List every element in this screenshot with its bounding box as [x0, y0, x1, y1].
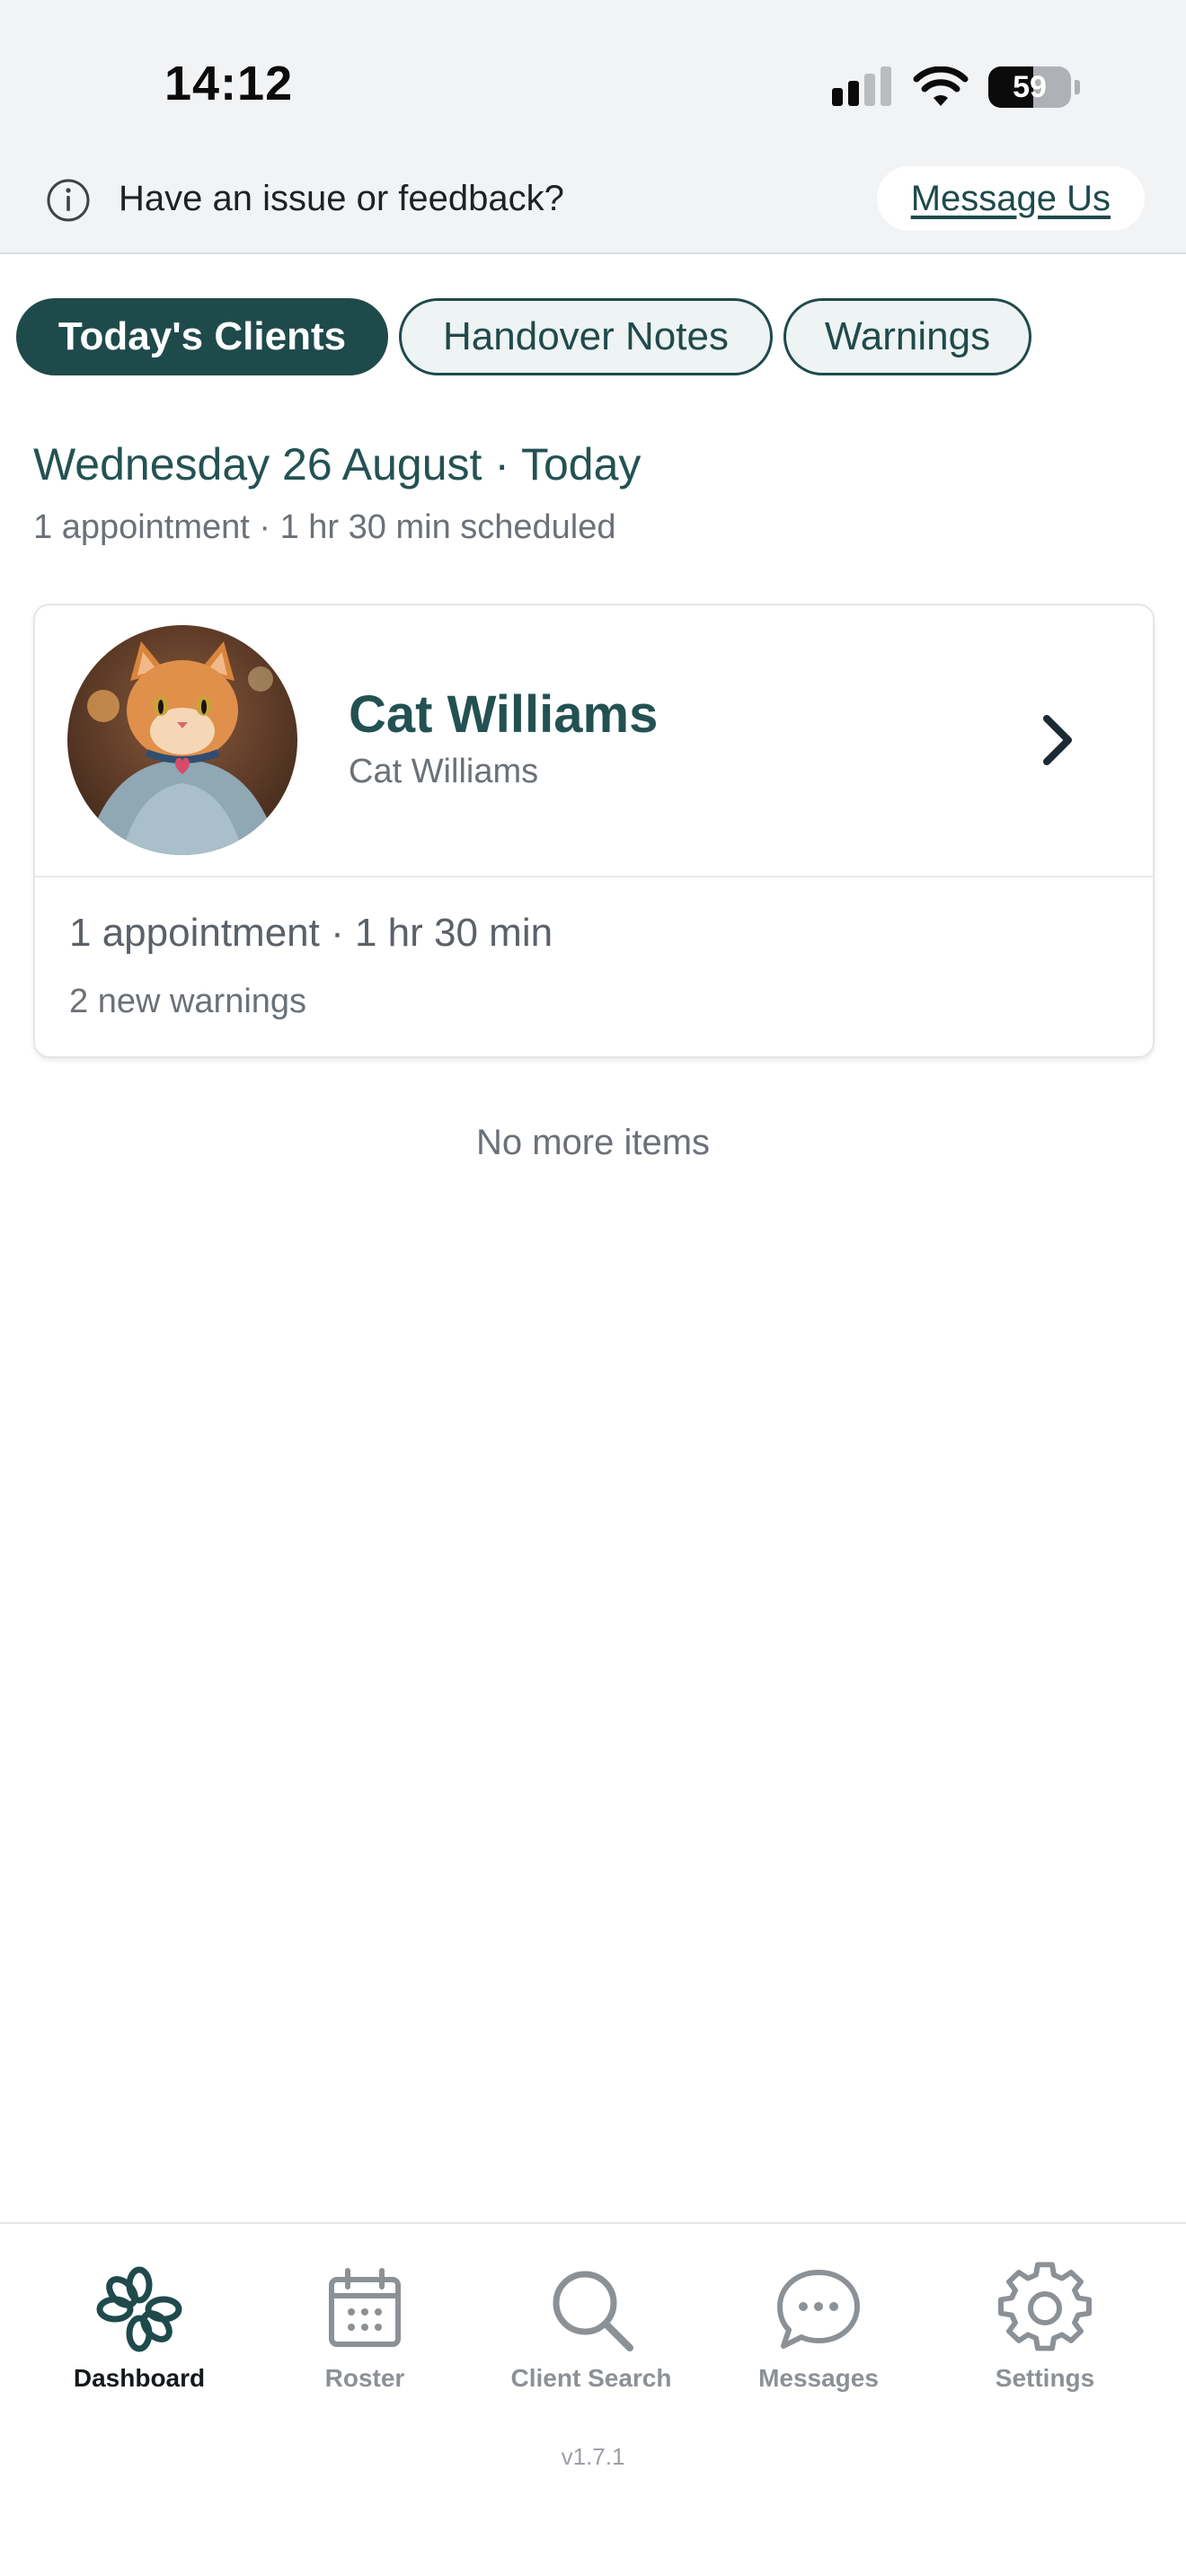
feedback-banner: Have an issue or feedback? Message Us — [0, 157, 1186, 254]
tab-handover-notes[interactable]: Handover Notes — [399, 298, 773, 375]
battery-icon: 59 — [988, 66, 1071, 108]
client-card-header[interactable]: Cat Williams Cat Williams — [35, 605, 1153, 878]
client-warnings: 2 new warnings — [69, 983, 307, 1020]
nav-item-roster[interactable]: Roster — [275, 2260, 455, 2393]
date-summary: 1 appointment · 1 hr 30 min scheduled — [33, 508, 616, 546]
nav-item-messages[interactable]: Messages — [729, 2260, 908, 2393]
tab-todays-clients[interactable]: Today's Clients — [16, 298, 388, 375]
date-heading: Wednesday 26 August · Today — [33, 439, 642, 490]
battery-level: 59 — [1013, 69, 1047, 104]
calendar-icon — [329, 2268, 401, 2347]
nav-label-messages: Messages — [758, 2364, 879, 2392]
battery-cap — [1075, 80, 1080, 94]
avatar — [67, 625, 297, 855]
nav-label-roster: Roster — [324, 2364, 405, 2392]
feedback-text: Have an issue or feedback? — [119, 179, 564, 218]
nav-item-client-search[interactable]: Client Search — [501, 2260, 681, 2393]
client-subtitle: Cat Williams — [349, 753, 539, 790]
status-time: 14:12 — [164, 57, 294, 110]
info-icon — [47, 179, 90, 222]
search-icon — [553, 2271, 633, 2351]
client-appointments: 1 appointment · 1 hr 30 min — [69, 911, 553, 955]
nav-item-dashboard[interactable]: Dashboard — [49, 2260, 229, 2393]
flower-logo-icon — [96, 2266, 182, 2352]
status-icons: 59 — [830, 65, 1080, 110]
gear-icon — [998, 2262, 1092, 2351]
list-end-text: No more items — [475, 1123, 711, 1162]
nav-item-settings[interactable]: Settings — [955, 2260, 1135, 2393]
client-card[interactable]: Cat Williams Cat Williams 1 appointment … — [33, 604, 1155, 1058]
nav-label-dashboard: Dashboard — [73, 2364, 206, 2392]
wifi-icon — [913, 66, 969, 106]
chat-bubble-icon — [777, 2270, 860, 2349]
message-us-button[interactable]: Message Us — [876, 166, 1145, 231]
status-bar: 14:12 59 — [0, 0, 1186, 157]
cellular-signal-icon — [832, 66, 891, 106]
cat-avatar-image — [67, 625, 297, 855]
nav-label-client-search: Client Search — [510, 2364, 672, 2392]
tab-bar: Today's Clients Handover Notes Warnings — [16, 298, 1031, 375]
nav-label-settings: Settings — [995, 2364, 1095, 2392]
client-name: Cat Williams — [349, 685, 659, 744]
app-version: v1.7.1 — [561, 2443, 625, 2470]
tab-warnings[interactable]: Warnings — [783, 298, 1031, 375]
chevron-right-icon[interactable] — [1032, 711, 1083, 769]
bottom-nav: Dashboard Roster Client Search Messages — [0, 2222, 1186, 2576]
